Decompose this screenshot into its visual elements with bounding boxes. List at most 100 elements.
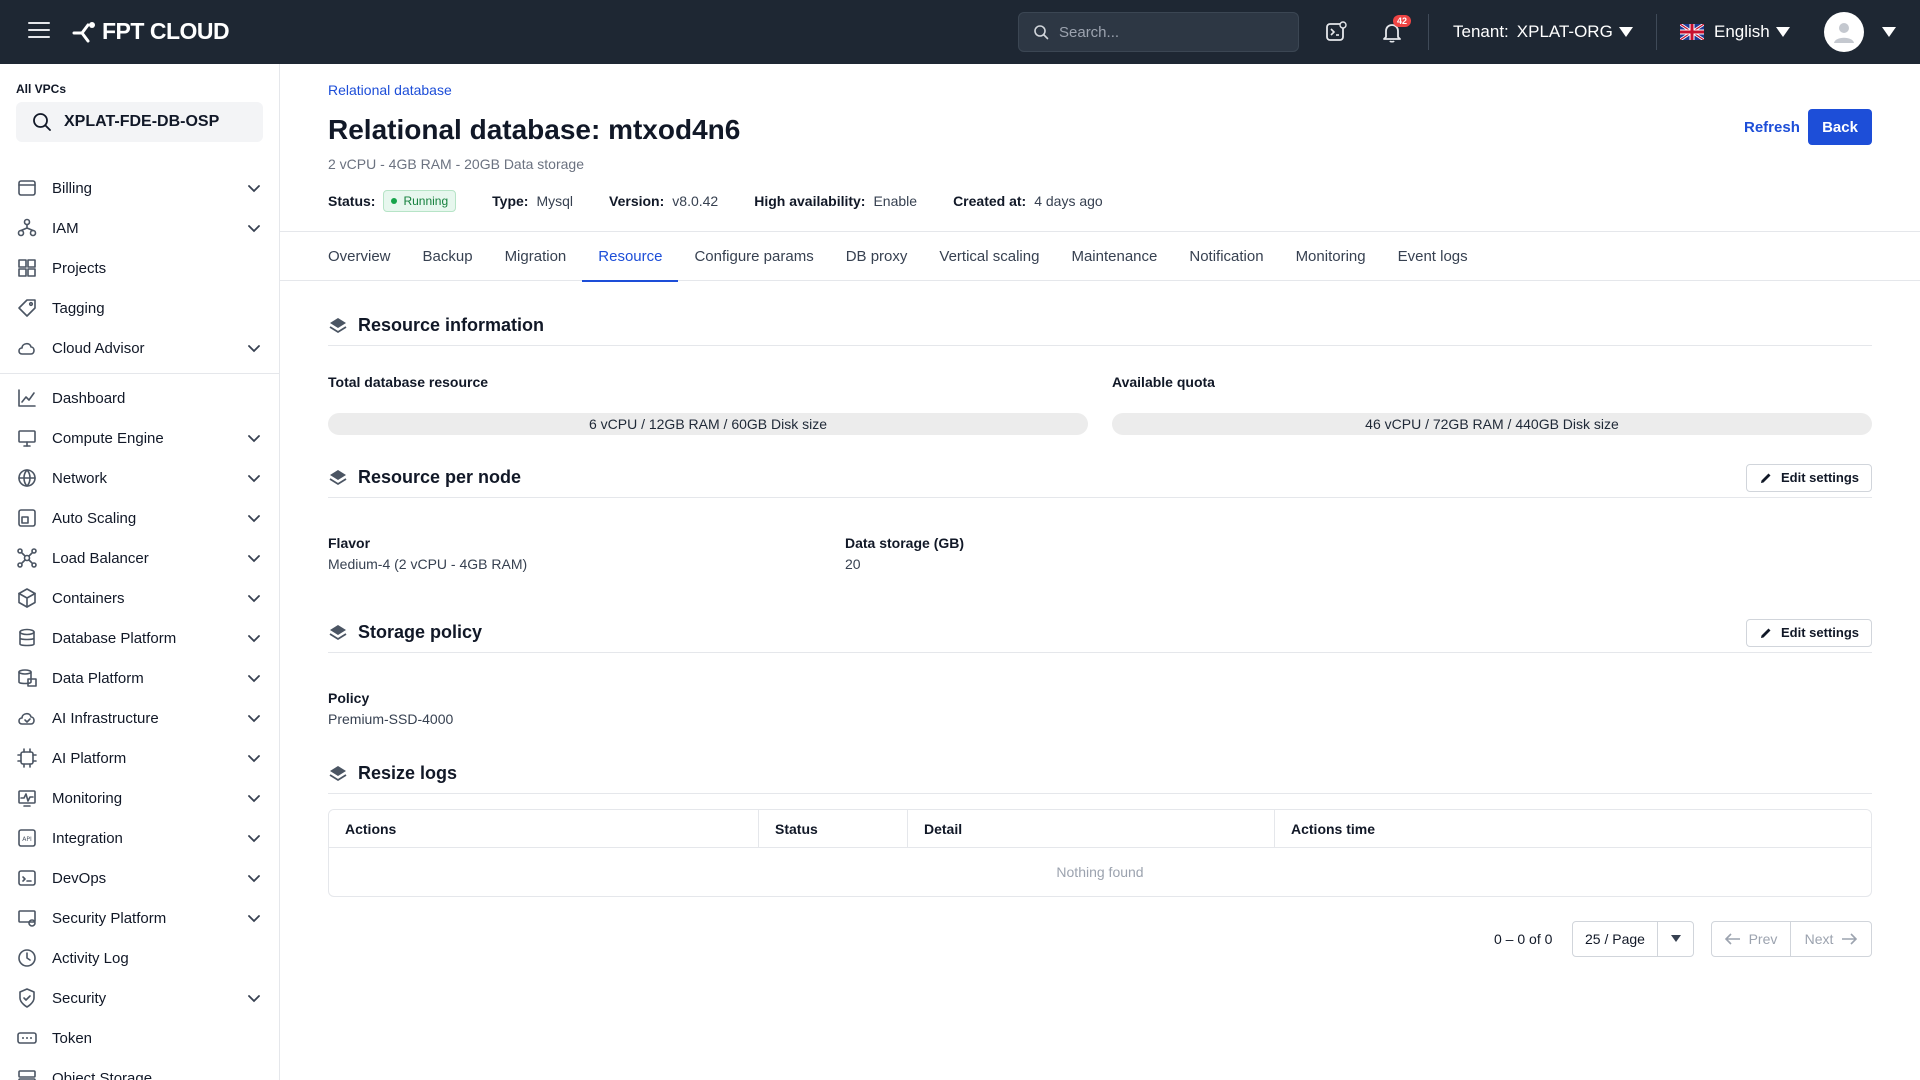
type-value: Mysql — [536, 193, 574, 209]
tab-monitoring[interactable]: Monitoring — [1280, 232, 1382, 281]
chevron-down-icon[interactable] — [247, 591, 261, 605]
sidebar-item-projects[interactable]: Projects — [0, 248, 279, 288]
breadcrumb-link[interactable]: Relational database — [328, 82, 452, 98]
chevron-down-icon[interactable] — [247, 831, 261, 845]
sidebar-nav: Billing IAM Projects Tagging Cloud Advisor D… — [0, 168, 279, 1080]
global-search[interactable] — [1018, 12, 1299, 52]
security-icon — [16, 987, 38, 1009]
sidebar-item-tagging[interactable]: Tagging — [0, 288, 279, 328]
flavor-value: Medium-4 (2 vCPU - 4GB RAM) — [328, 556, 528, 572]
chevron-down-icon[interactable] — [247, 671, 261, 685]
status-value: Running — [403, 194, 449, 208]
sidebar-item-integration[interactable]: API Integration — [0, 818, 279, 858]
column-header-actions[interactable]: Actions — [329, 810, 759, 847]
menu-icon[interactable] — [28, 22, 50, 40]
back-button[interactable]: Back — [1808, 109, 1872, 145]
chevron-down-icon[interactable] — [247, 631, 261, 645]
chevron-down-icon[interactable] — [247, 341, 261, 355]
sidebar-item-label: Activity Log — [52, 949, 129, 967]
tab-notification[interactable]: Notification — [1173, 232, 1279, 281]
prev-label: Prev — [1748, 931, 1778, 947]
sidebar-item-data-platform[interactable]: Data Platform — [0, 658, 279, 698]
sidebar-item-label: Cloud Advisor — [52, 339, 145, 357]
column-header-status[interactable]: Status — [759, 810, 908, 847]
user-avatar[interactable] — [1824, 12, 1864, 52]
brand-logo[interactable]: FPT CLOUD — [72, 18, 230, 45]
sidebar-item-label: Integration — [52, 829, 123, 847]
page-size-select[interactable]: 25 / Page — [1572, 921, 1694, 957]
sidebar-item-label: Auto Scaling — [52, 509, 137, 527]
chevron-down-icon[interactable] — [247, 221, 261, 235]
refresh-button[interactable]: Refresh — [1736, 109, 1808, 146]
sidebar-item-monitoring[interactable]: Monitoring — [0, 778, 279, 818]
chevron-down-icon[interactable] — [247, 511, 261, 525]
chevron-down-icon[interactable] — [247, 471, 261, 485]
support-icon[interactable] — [1324, 20, 1348, 44]
sidebar-item-token[interactable]: Token — [0, 1018, 279, 1058]
tab-resource[interactable]: Resource — [582, 232, 679, 282]
sidebar-item-security[interactable]: Security — [0, 978, 279, 1018]
sidebar-item-object-storage[interactable]: Object Storage — [0, 1058, 279, 1080]
tab-migration[interactable]: Migration — [489, 232, 583, 281]
tab-configure-params[interactable]: Configure params — [678, 232, 829, 281]
object-storage-icon — [16, 1067, 38, 1080]
sidebar-item-security-platform[interactable]: Security Platform — [0, 898, 279, 938]
tab-maintenance[interactable]: Maintenance — [1055, 232, 1173, 281]
chevron-down-icon[interactable] — [247, 791, 261, 805]
notification-bell-icon[interactable]: 42 — [1380, 15, 1411, 44]
tenant-selector[interactable]: Tenant: XPLAT-ORG — [1453, 22, 1633, 42]
vpc-selector[interactable]: XPLAT-FDE-DB-OSP — [16, 102, 263, 142]
sidebar-item-devops[interactable]: DevOps — [0, 858, 279, 898]
chevron-down-icon[interactable] — [247, 911, 261, 925]
sidebar-item-label: Compute Engine — [52, 429, 164, 447]
chevron-down-icon[interactable] — [247, 551, 261, 565]
sidebar-item-database-platform[interactable]: Database Platform — [0, 618, 279, 658]
sidebar-item-load-balancer[interactable]: Load Balancer — [0, 538, 279, 578]
tab-vertical-scaling[interactable]: Vertical scaling — [923, 232, 1055, 281]
sidebar-item-dashboard[interactable]: Dashboard — [0, 378, 279, 418]
chevron-down-icon[interactable] — [247, 991, 261, 1005]
edit-resource-settings-button[interactable]: Edit settings — [1745, 463, 1872, 492]
sidebar-item-ai-platform[interactable]: AI Platform — [0, 738, 279, 778]
sidebar-item-compute-engine[interactable]: Compute Engine — [0, 418, 279, 458]
tab-event-logs[interactable]: Event logs — [1382, 232, 1484, 281]
language-selector[interactable]: English — [1680, 22, 1790, 42]
resize-logs-header: Resize logs — [328, 754, 1872, 794]
ai-infra-icon — [16, 707, 38, 729]
sidebar-item-cloud-advisor[interactable]: Cloud Advisor — [0, 328, 279, 368]
column-header-detail[interactable]: Detail — [908, 810, 1275, 847]
sidebar-divider — [0, 373, 279, 374]
column-header-actions-time[interactable]: Actions time — [1275, 810, 1871, 847]
chevron-down-icon[interactable] — [247, 871, 261, 885]
tab-overview[interactable]: Overview — [312, 232, 407, 281]
integration-icon: API — [16, 827, 38, 849]
sidebar-item-auto-scaling[interactable]: Auto Scaling — [0, 498, 279, 538]
chevron-down-icon[interactable] — [247, 181, 261, 195]
sidebar-item-ai-infrastructure[interactable]: AI Infrastructure — [0, 698, 279, 738]
ai-platform-icon — [16, 747, 38, 769]
tab-db-proxy[interactable]: DB proxy — [830, 232, 924, 281]
tab-backup[interactable]: Backup — [407, 232, 489, 281]
next-page-button[interactable]: Next — [1790, 921, 1872, 957]
sidebar-item-network[interactable]: Network — [0, 458, 279, 498]
chevron-down-icon[interactable] — [247, 711, 261, 725]
dashboard-icon — [16, 387, 38, 409]
empty-state: Nothing found — [1056, 864, 1144, 880]
available-quota-label: Available quota — [1112, 374, 1215, 390]
sidebar-item-label: Database Platform — [52, 629, 177, 647]
chevron-down-icon[interactable] — [247, 431, 261, 445]
user-menu-caret-icon[interactable] — [1882, 27, 1896, 37]
policy-value: Premium-SSD-4000 — [328, 711, 454, 727]
sidebar-item-label: AI Infrastructure — [52, 709, 159, 727]
tenant-label: Tenant: — [1453, 22, 1509, 41]
top-bar: FPT CLOUD 42 Tenant: XPLAT-ORG — [0, 0, 1920, 64]
sidebar-item-containers[interactable]: Containers — [0, 578, 279, 618]
sidebar-item-iam[interactable]: IAM — [0, 208, 279, 248]
search-input[interactable] — [1059, 23, 1279, 41]
edit-storage-settings-button[interactable]: Edit settings — [1745, 618, 1872, 647]
sidebar-item-activity-log[interactable]: Activity Log — [0, 938, 279, 978]
chevron-down-icon[interactable] — [1657, 922, 1693, 956]
sidebar-item-billing[interactable]: Billing — [0, 168, 279, 208]
prev-page-button[interactable]: Prev — [1711, 921, 1791, 957]
chevron-down-icon[interactable] — [247, 751, 261, 765]
